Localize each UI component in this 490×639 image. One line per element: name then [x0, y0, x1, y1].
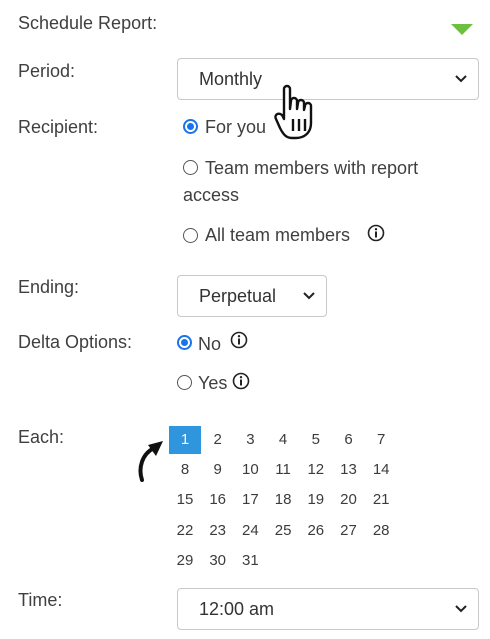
recipient-radio-all-team[interactable] — [183, 228, 198, 243]
delta-option-no-label[interactable]: No — [198, 334, 221, 355]
day-option-6[interactable]: 6 — [333, 426, 365, 454]
chevron-down-icon — [455, 605, 467, 613]
day-option-3[interactable]: 3 — [234, 426, 266, 454]
curved-arrow-icon — [136, 438, 166, 482]
day-option-20[interactable]: 20 — [333, 486, 365, 514]
day-option-19[interactable]: 19 — [300, 486, 332, 514]
day-option-22[interactable]: 22 — [169, 517, 201, 545]
delta-options-label: Delta Options: — [18, 332, 133, 352]
day-option-10[interactable]: 10 — [234, 456, 266, 484]
day-option-2[interactable]: 2 — [202, 426, 234, 454]
day-option-1[interactable]: 1 — [169, 426, 201, 454]
day-option-28[interactable]: 28 — [365, 517, 397, 545]
period-select-value: Monthly — [199, 68, 263, 89]
day-option-24[interactable]: 24 — [234, 517, 266, 545]
hand-pointer-icon — [274, 83, 330, 141]
day-option-26[interactable]: 26 — [300, 517, 332, 545]
day-option-4[interactable]: 4 — [267, 426, 299, 454]
day-option-25[interactable]: 25 — [267, 517, 299, 545]
delta-option-yes-label[interactable]: Yes — [198, 373, 227, 394]
time-select-value: 12:00 am — [199, 598, 275, 619]
day-option-12[interactable]: 12 — [300, 456, 332, 484]
recipient-radio-for-you[interactable] — [183, 119, 198, 134]
recipient-label: Recipient: — [18, 117, 99, 137]
chevron-down-icon — [455, 75, 467, 83]
day-option-23[interactable]: 23 — [202, 517, 234, 545]
each-label: Each: — [18, 427, 65, 447]
day-option-18[interactable]: 18 — [267, 486, 299, 514]
period-label: Period: — [18, 61, 76, 81]
day-option-8[interactable]: 8 — [169, 456, 201, 484]
day-option-31[interactable]: 31 — [234, 547, 266, 575]
chevron-down-icon — [303, 292, 315, 300]
recipient-option-for-you-label[interactable]: For you — [205, 117, 266, 138]
recipient-radio-team-with-access[interactable] — [183, 160, 198, 175]
info-circle-icon[interactable] — [230, 331, 248, 349]
day-option-11[interactable]: 11 — [267, 456, 299, 484]
day-option-5[interactable]: 5 — [300, 426, 332, 454]
day-option-16[interactable]: 16 — [202, 486, 234, 514]
day-option-17[interactable]: 17 — [234, 486, 266, 514]
recipient-option-all-team-label[interactable]: All team members — [205, 225, 350, 246]
day-option-9[interactable]: 9 — [202, 456, 234, 484]
ending-select[interactable]: Perpetual — [177, 275, 327, 317]
section-title: Schedule Report: — [18, 13, 158, 33]
day-option-13[interactable]: 13 — [333, 456, 365, 484]
day-option-15[interactable]: 15 — [169, 486, 201, 514]
info-circle-icon[interactable] — [367, 224, 385, 242]
day-option-29[interactable]: 29 — [169, 547, 201, 575]
day-option-7[interactable]: 7 — [365, 426, 397, 454]
ending-label: Ending: — [18, 277, 80, 297]
ending-select-value: Perpetual — [199, 285, 277, 306]
info-circle-icon[interactable] — [232, 372, 250, 390]
day-option-30[interactable]: 30 — [202, 547, 234, 575]
recipient-option-team-with-access-label[interactable]: Team members with report — [205, 158, 418, 179]
day-option-21[interactable]: 21 — [365, 486, 397, 514]
day-option-14[interactable]: 14 — [365, 456, 397, 484]
time-label: Time: — [18, 590, 63, 610]
delta-radio-no[interactable] — [177, 335, 192, 350]
recipient-option-team-with-access-label-cont[interactable]: access — [183, 185, 239, 206]
delta-radio-yes[interactable] — [177, 375, 192, 390]
day-option-27[interactable]: 27 — [333, 517, 365, 545]
time-select[interactable]: 12:00 am — [177, 588, 479, 630]
collapse-triangle-icon[interactable] — [451, 23, 473, 35]
